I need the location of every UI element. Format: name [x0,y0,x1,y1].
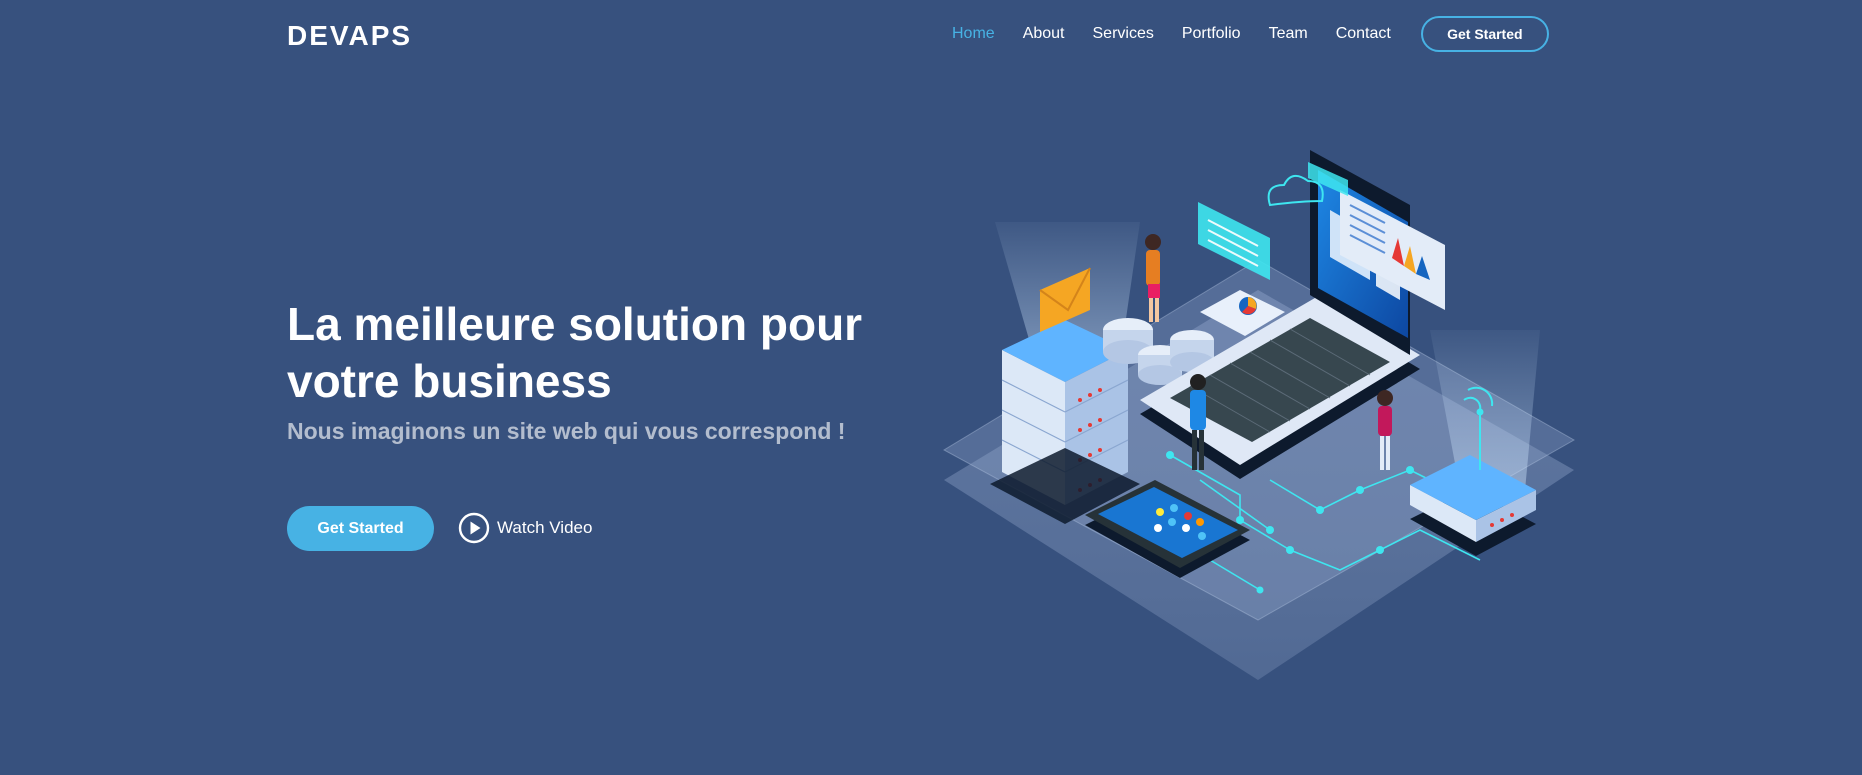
nav-get-started-button[interactable]: Get Started [1420,16,1549,52]
logo[interactable]: DEVAPS [287,18,412,54]
person-woman-standing [1145,234,1161,322]
get-started-button[interactable]: Get Started [287,506,434,551]
hero-title: La meilleure solution pour votre busines… [287,298,863,407]
nav-item-team[interactable]: Team [1269,24,1308,44]
page: DEVAPS Home About Services Portfolio Tea… [0,0,1862,775]
watch-video-label: Watch Video [497,518,593,537]
nav-item-services[interactable]: Services [1093,24,1154,44]
nav-item-about[interactable]: About [1023,24,1065,44]
watch-video-link[interactable]: Watch Video [458,511,592,545]
site-header: DEVAPS Home About Services Portfolio Tea… [0,0,1862,72]
nav-item-portfolio[interactable]: Portfolio [1182,24,1241,44]
hero-illustration [942,150,1576,680]
nav-item-home[interactable]: Home [952,24,995,44]
play-circle-icon [458,512,490,544]
hero-subtitle: Nous imaginons un site web qui vous corr… [287,418,846,444]
main-nav: Home About Services Portfolio Team Conta… [952,14,1549,54]
nav-item-contact[interactable]: Contact [1336,24,1391,44]
floating-info-panel [1198,202,1270,280]
